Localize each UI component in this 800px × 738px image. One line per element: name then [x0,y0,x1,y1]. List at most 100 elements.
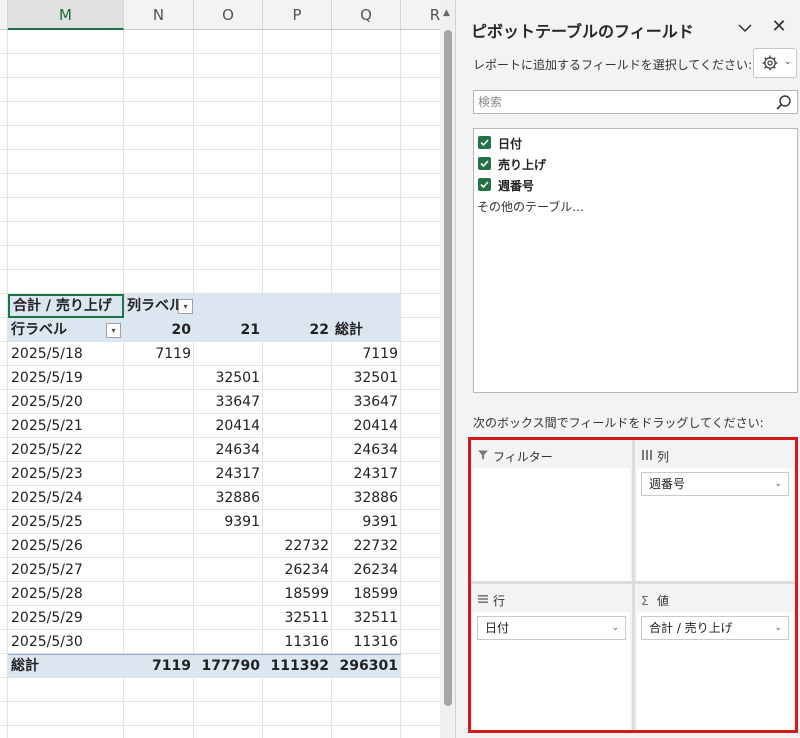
values-area-body[interactable]: 合計 / 売り上げ ⌄ [637,612,793,730]
chevron-down-icon[interactable]: ⌄ [774,473,782,495]
pivot-row-date[interactable]: 2025/5/28 [8,582,124,606]
pivot-value-cell[interactable]: 24634 [332,438,401,462]
values-field-chip[interactable]: 合計 / 売り上げ ⌄ [641,616,789,640]
pivot-value-cell[interactable] [263,510,332,534]
pivot-value-cell[interactable] [194,558,263,582]
scroll-up-arrow-icon[interactable]: ▲ [443,8,450,18]
spreadsheet-grid[interactable]: M N O P Q R 合計 / 売り上げ 列ラベル ▾ 行ラベル ▾ 20 21 22 総計 2025/5/… [0,0,455,738]
pivot-grand-total-cell[interactable]: 296301 [332,654,401,678]
pivot-value-cell[interactable]: 7119 [332,342,401,366]
pivot-value-cell[interactable] [124,414,194,438]
pivot-value-cell[interactable] [124,462,194,486]
pivot-value-cell[interactable]: 7119 [124,342,194,366]
row-filter-dropdown-icon[interactable]: ▾ [106,323,121,338]
pivot-value-cell[interactable] [124,558,194,582]
pivot-value-cell[interactable]: 24317 [194,462,263,486]
pivot-row-date[interactable]: 2025/5/29 [8,606,124,630]
pivot-value-cell[interactable] [263,486,332,510]
checkbox-checked-icon[interactable] [478,157,491,170]
column-header-p[interactable]: P [263,0,332,30]
more-tables-link[interactable]: その他のテーブル... [477,198,584,215]
pivot-value-cell[interactable]: 18599 [263,582,332,606]
values-area[interactable]: Σ値 合計 / 売り上げ ⌄ [635,584,795,730]
pivot-value-cell[interactable] [124,366,194,390]
filter-area[interactable]: フィルター [471,440,632,581]
column-header-q[interactable]: Q [332,0,401,30]
pivot-column-label[interactable]: 列ラベル [124,294,184,318]
rows-area-body[interactable]: 日付 ⌄ [473,612,630,730]
pivot-row-date[interactable]: 2025/5/18 [8,342,124,366]
pivot-value-cell[interactable]: 9391 [332,510,401,534]
pivot-value-cell[interactable] [124,606,194,630]
pivot-value-cell[interactable] [263,438,332,462]
pivot-value-cell[interactable]: 32886 [194,486,263,510]
rows-area[interactable]: 行 日付 ⌄ [471,584,632,730]
pivot-value-cell[interactable]: 18599 [332,582,401,606]
pivot-value-cell[interactable] [124,582,194,606]
columns-area-body[interactable]: 週番号 ⌄ [637,468,793,581]
search-input[interactable] [478,93,768,111]
pivot-value-cell[interactable]: 24634 [194,438,263,462]
pivot-value-cell[interactable] [263,366,332,390]
pivot-row-date[interactable]: 2025/5/23 [8,462,124,486]
columns-area[interactable]: 列 週番号 ⌄ [635,440,795,581]
search-icon[interactable] [775,94,793,112]
pivot-value-cell[interactable] [124,630,194,654]
pivot-value-cell[interactable]: 20414 [332,414,401,438]
pivot-value-cell[interactable]: 11316 [332,630,401,654]
pivot-value-cell[interactable]: 32511 [263,606,332,630]
pivot-value-cell[interactable] [194,630,263,654]
pivot-value-cell[interactable] [194,582,263,606]
columns-field-chip[interactable]: 週番号 ⌄ [641,472,789,496]
pivot-value-cell[interactable] [263,390,332,414]
pivot-grand-total-cell[interactable]: 111392 [263,654,332,678]
pivot-value-cell[interactable] [124,486,194,510]
chevron-down-icon[interactable]: ⌄ [611,617,619,639]
pivot-value-cell[interactable]: 22732 [263,534,332,558]
pivot-value-cell[interactable] [124,438,194,462]
pivot-value-cell[interactable]: 22732 [332,534,401,558]
pivot-corner-label[interactable]: 合計 / 売り上げ [8,294,124,318]
pivot-value-cell[interactable] [124,510,194,534]
pivot-row-date[interactable]: 2025/5/20 [8,390,124,414]
chevron-down-icon[interactable]: ⌄ [774,617,782,639]
pivot-value-cell[interactable]: 32511 [332,606,401,630]
settings-button[interactable]: ⌄ [753,48,797,78]
checkbox-checked-icon[interactable] [478,178,491,191]
pivot-value-cell[interactable] [124,534,194,558]
pivot-value-cell[interactable] [263,414,332,438]
row-header-corner[interactable] [0,0,8,30]
pivot-value-cell[interactable] [194,342,263,366]
pivot-value-cell[interactable]: 11316 [263,630,332,654]
checkbox-checked-icon[interactable] [478,136,491,149]
pivot-value-cell[interactable]: 26234 [263,558,332,582]
pivot-row-date[interactable]: 2025/5/24 [8,486,124,510]
pivot-value-cell[interactable] [194,606,263,630]
filter-area-body[interactable] [473,468,630,581]
pivot-row-date[interactable]: 2025/5/19 [8,366,124,390]
pivot-value-cell[interactable]: 32501 [194,366,263,390]
column-header-n[interactable]: N [124,0,194,30]
pivot-value-cell[interactable]: 33647 [332,390,401,414]
pivot-value-cell[interactable]: 32501 [332,366,401,390]
pivot-row-date[interactable]: 2025/5/25 [8,510,124,534]
pivot-grand-total-cell[interactable]: 177790 [194,654,263,678]
column-header-o[interactable]: O [194,0,263,30]
pivot-value-cell[interactable] [124,390,194,414]
pivot-grand-total-label[interactable]: 総計 [8,654,124,678]
pivot-row-date[interactable]: 2025/5/22 [8,438,124,462]
pivot-row-date[interactable]: 2025/5/30 [8,630,124,654]
search-box[interactable] [473,90,798,114]
pivot-value-cell[interactable]: 24317 [332,462,401,486]
rows-field-chip[interactable]: 日付 ⌄ [477,616,626,640]
pivot-value-cell[interactable]: 32886 [332,486,401,510]
pivot-value-cell[interactable] [194,534,263,558]
close-icon[interactable]: ✕ [769,17,789,37]
column-filter-dropdown-icon[interactable]: ▾ [178,299,193,314]
scrollbar-thumb[interactable] [444,30,452,706]
pivot-value-cell[interactable] [263,462,332,486]
pivot-grand-total-cell[interactable]: 7119 [124,654,194,678]
pivot-row-date[interactable]: 2025/5/26 [8,534,124,558]
chevron-down-icon[interactable] [736,19,754,37]
pivot-value-cell[interactable]: 9391 [194,510,263,534]
